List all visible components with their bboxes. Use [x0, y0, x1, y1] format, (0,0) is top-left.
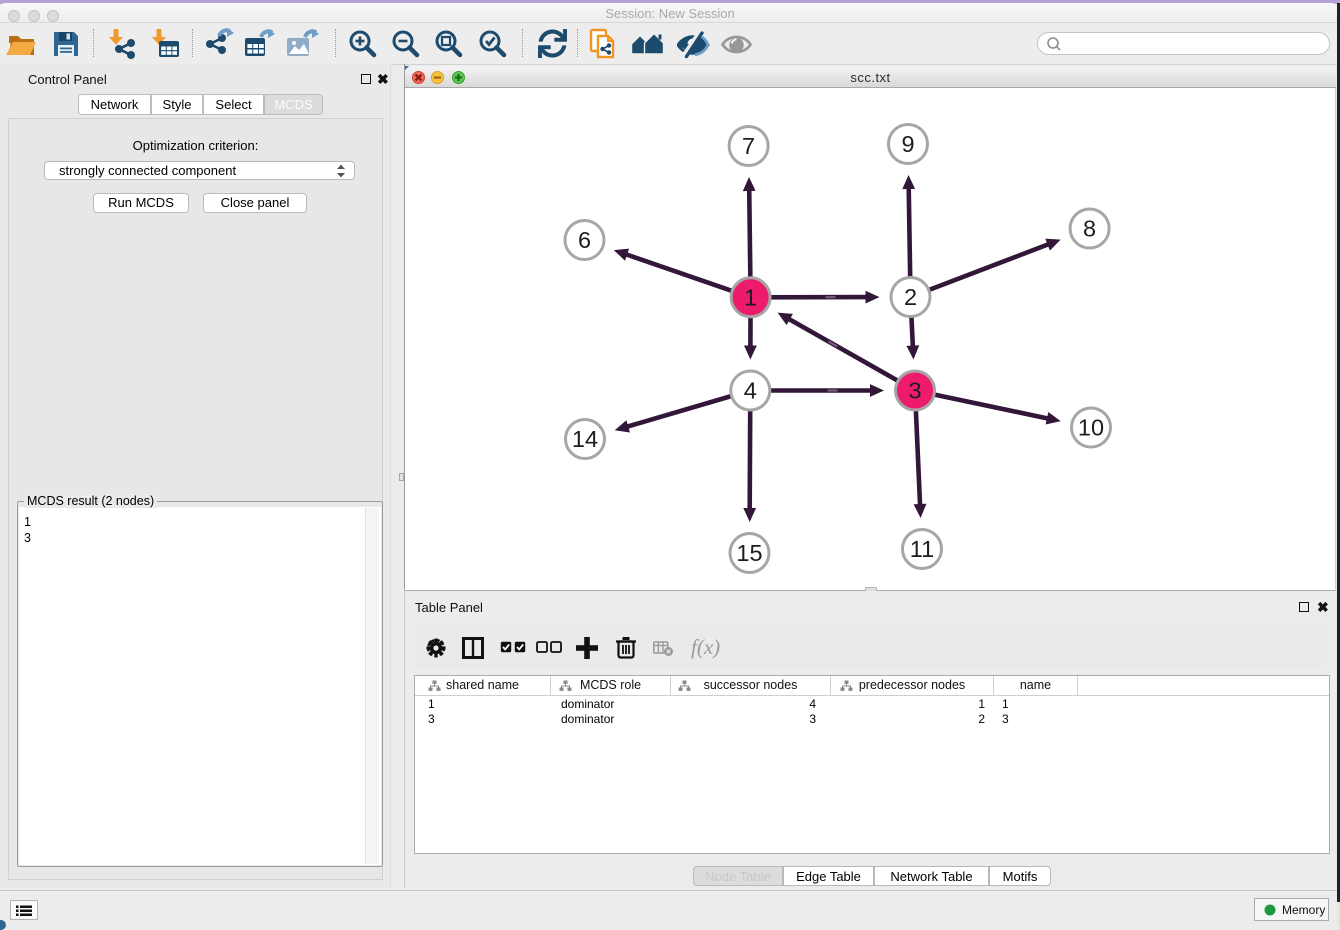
svg-text:10: 10 [1078, 415, 1104, 441]
svg-text:7: 7 [742, 133, 755, 159]
svg-text:11: 11 [910, 536, 934, 562]
svg-text:1: 1 [744, 285, 757, 311]
svg-text:14: 14 [572, 426, 598, 452]
svg-text:4: 4 [744, 378, 757, 404]
svg-text:3: 3 [908, 378, 921, 404]
svg-text:8: 8 [1083, 216, 1096, 242]
svg-text:9: 9 [901, 131, 914, 157]
svg-text:2: 2 [904, 284, 917, 310]
svg-text:15: 15 [736, 540, 762, 566]
svg-text:6: 6 [578, 227, 591, 253]
